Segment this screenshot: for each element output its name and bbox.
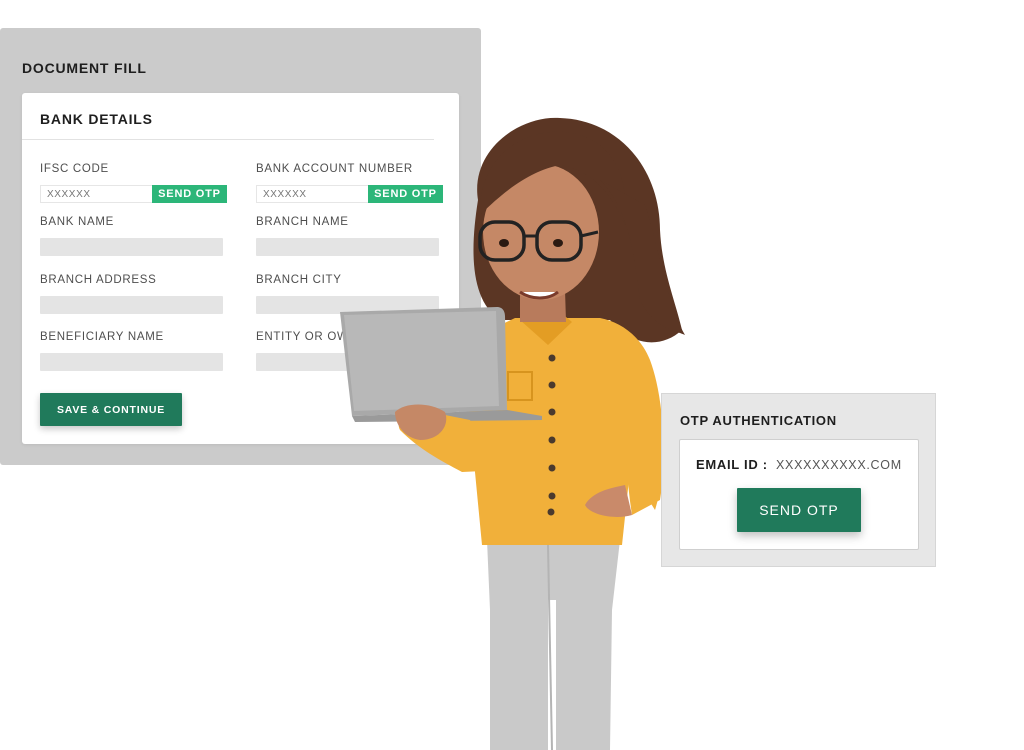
email-id-value: XXXXXXXXXX.COM [776,458,902,472]
otp-authentication-panel: OTP AUTHENTICATION EMAIL ID : XXXXXXXXXX… [661,393,936,567]
bank-account-number-label: BANK ACCOUNT NUMBER [256,163,413,175]
bank-account-number-input[interactable] [256,185,369,203]
entity-or-owner-input[interactable] [256,353,439,371]
ifsc-send-otp-button[interactable]: SEND OTP [152,185,227,203]
beneficiary-name-label: BENEFICIARY NAME [40,331,164,343]
document-fill-title: DOCUMENT FILL [22,60,147,76]
bank-name-label: BANK NAME [40,216,115,228]
send-otp-button[interactable]: SEND OTP [737,488,861,532]
entity-or-owner-label: ENTITY OR OW [256,331,349,343]
beneficiary-name-input[interactable] [40,353,223,371]
email-id-label: EMAIL ID : [696,457,768,472]
branch-address-input[interactable] [40,296,223,314]
account-send-otp-button[interactable]: SEND OTP [368,185,443,203]
branch-city-input[interactable] [256,296,439,314]
bank-details-card: BANK DETAILS IFSC CODE SEND OTP BANK ACC… [22,93,459,444]
ifsc-code-label: IFSC CODE [40,163,109,175]
save-and-continue-button[interactable]: SAVE & CONTINUE [40,393,182,426]
bank-name-input[interactable] [40,238,223,256]
branch-name-label: BRANCH NAME [256,216,349,228]
branch-city-label: BRANCH CITY [256,274,342,286]
bank-details-title: BANK DETAILS [40,111,153,127]
otp-card: EMAIL ID : XXXXXXXXXX.COM SEND OTP [679,439,919,550]
branch-name-input[interactable] [256,238,439,256]
divider [22,139,434,140]
otp-authentication-title: OTP AUTHENTICATION [680,413,837,428]
ifsc-code-input[interactable] [40,185,153,203]
branch-address-label: BRANCH ADDRESS [40,274,157,286]
